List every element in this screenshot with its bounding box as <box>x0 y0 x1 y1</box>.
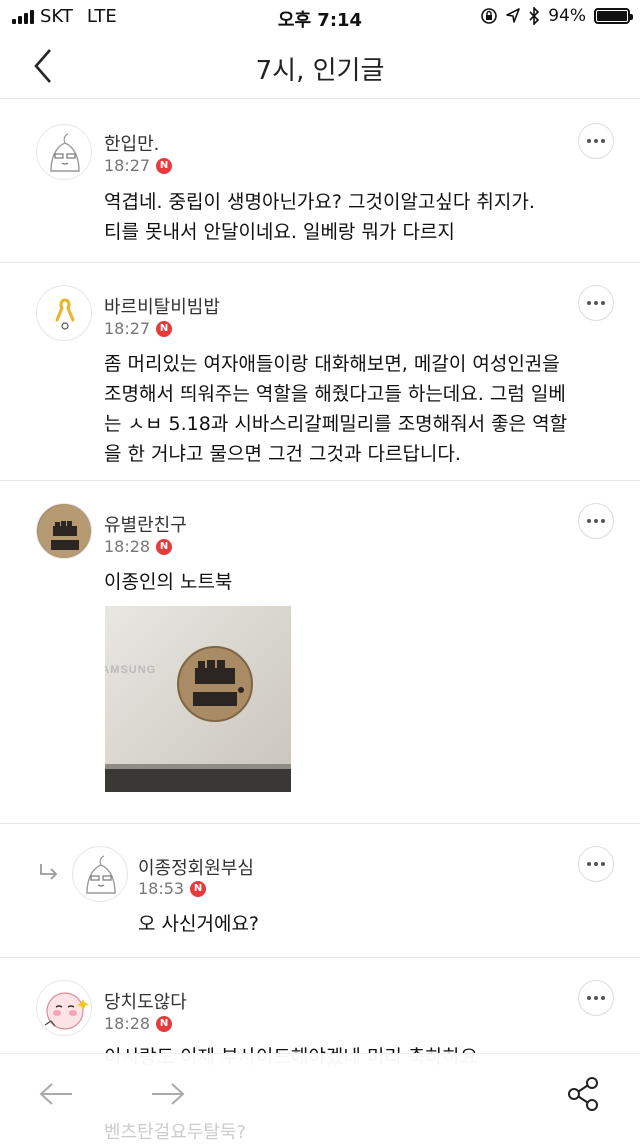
laptop-sticker-photo <box>105 606 291 792</box>
comment-time: 18:53 <box>138 879 185 898</box>
avatar[interactable] <box>36 503 92 559</box>
comment-text-line: 좀 머리있는 여자애들이랑 대화해보면, 메갈이 여성인권을 <box>104 353 560 375</box>
comment-time: 18:27 <box>104 156 151 175</box>
arrow-left-icon[interactable] <box>38 1080 74 1108</box>
comment-body: 오 사신거에요? <box>138 909 259 939</box>
comment-text-line: 역겹네. 중립이 생명아닌가요? 그것이알고싶다 취지가. <box>104 191 535 213</box>
bluetooth-icon <box>529 7 540 25</box>
comment-meta: 18:53 N <box>138 879 207 898</box>
comment-item: 유별란친구 18:28 N 이종인의 노트북 SAMSUNG <box>0 481 640 824</box>
comment-time: 18:28 <box>104 537 151 556</box>
share-icon[interactable] <box>566 1076 600 1112</box>
status-bar: SKT LTE 오후 7:14 94% <box>0 0 640 34</box>
comment-text-line: 이종인의 노트북 <box>104 571 233 593</box>
comment-author[interactable]: 한입만. <box>104 130 159 156</box>
fist-sticker-icon <box>38 505 91 558</box>
reply-arrow-icon <box>40 864 58 880</box>
comment-text-line: 조명해서 띄워주는 역할을 해줬다고들 하는데요. 그럼 일베 <box>104 383 566 405</box>
avatar[interactable] <box>36 285 92 341</box>
new-badge: N <box>190 880 207 897</box>
arrow-right-icon[interactable] <box>150 1080 186 1108</box>
more-options-icon[interactable] <box>578 980 614 1016</box>
battery-icon <box>594 8 633 24</box>
comment-meta: 18:28 N <box>104 1014 173 1033</box>
photo-brand-label: SAMSUNG <box>105 664 157 676</box>
comment-meta: 18:27 N <box>104 156 173 175</box>
status-right: 94% <box>480 6 633 26</box>
new-badge: N <box>156 320 173 337</box>
comment-item: 한입만. 18:27 N 역겹네. 중립이 생명아닌가요? 그것이알고싶다 취지… <box>0 99 640 263</box>
more-options-icon[interactable] <box>578 846 614 882</box>
avatar[interactable] <box>36 124 92 180</box>
peach-character-icon <box>50 133 80 172</box>
comment-body: 좀 머리있는 여자애들이랑 대화해보면, 메갈이 여성인권을 조명해서 띄워주는… <box>104 349 567 469</box>
battery-fill <box>597 11 628 21</box>
comment-photo[interactable]: SAMSUNG <box>105 606 291 792</box>
more-options-icon[interactable] <box>578 503 614 539</box>
next-comment-preview: 벤츠탄걸요두탈둑? <box>104 1122 247 1143</box>
comment-author[interactable]: 이종정회원부심 <box>138 854 254 880</box>
avatar[interactable] <box>36 980 92 1036</box>
comment-body: 역겹네. 중립이 생명아닌가요? 그것이알고싶다 취지가. 티를 못내서 안달이… <box>104 187 535 247</box>
page-header: 7시, 인기글 <box>0 34 640 99</box>
comment-author[interactable]: 유별란친구 <box>104 511 187 537</box>
new-badge: N <box>156 538 173 555</box>
comment-text-line: 는 ㅅㅂ 5.18과 시바스리갈페밀리를 조명해줘서 좋은 역할 <box>104 413 568 435</box>
battery-percent: 94% <box>548 6 586 26</box>
comment-meta: 18:28 N <box>104 537 173 556</box>
location-icon <box>506 8 521 23</box>
comment-text-line: 티를 못내서 안달이네요. 일베랑 뭐가 다르지 <box>104 221 455 243</box>
apeach-character-icon <box>44 992 89 1030</box>
bottom-toolbar <box>0 1053 640 1138</box>
comment-time: 18:27 <box>104 319 151 338</box>
peach-character-icon <box>86 855 116 894</box>
comment-time: 18:28 <box>104 1014 151 1033</box>
comment-text-line: 을 한 거냐고 물으면 그건 그것과 다르답니다. <box>104 443 461 465</box>
yellow-ribbon-icon <box>55 298 75 330</box>
comment-author[interactable]: 당치도않다 <box>104 988 187 1014</box>
page-title: 7시, 인기글 <box>255 56 385 86</box>
comment-item: 이종정회원부심 18:53 N 오 사신거에요? <box>0 824 640 958</box>
comment-text-line: 오 사신거에요? <box>138 913 260 935</box>
comment-body: 이종인의 노트북 <box>104 567 232 597</box>
more-options-icon[interactable] <box>578 285 614 321</box>
avatar[interactable] <box>72 846 128 902</box>
more-options-icon[interactable] <box>578 123 614 159</box>
new-badge: N <box>156 1015 173 1032</box>
new-badge: N <box>156 157 173 174</box>
orientation-lock-icon <box>481 8 498 24</box>
comment-item: 바르비탈비빔밥 18:27 N 좀 머리있는 여자애들이랑 대화해보면, 메갈이… <box>0 263 640 481</box>
comment-author[interactable]: 바르비탈비빔밥 <box>104 293 220 319</box>
comment-meta: 18:27 N <box>104 319 173 338</box>
